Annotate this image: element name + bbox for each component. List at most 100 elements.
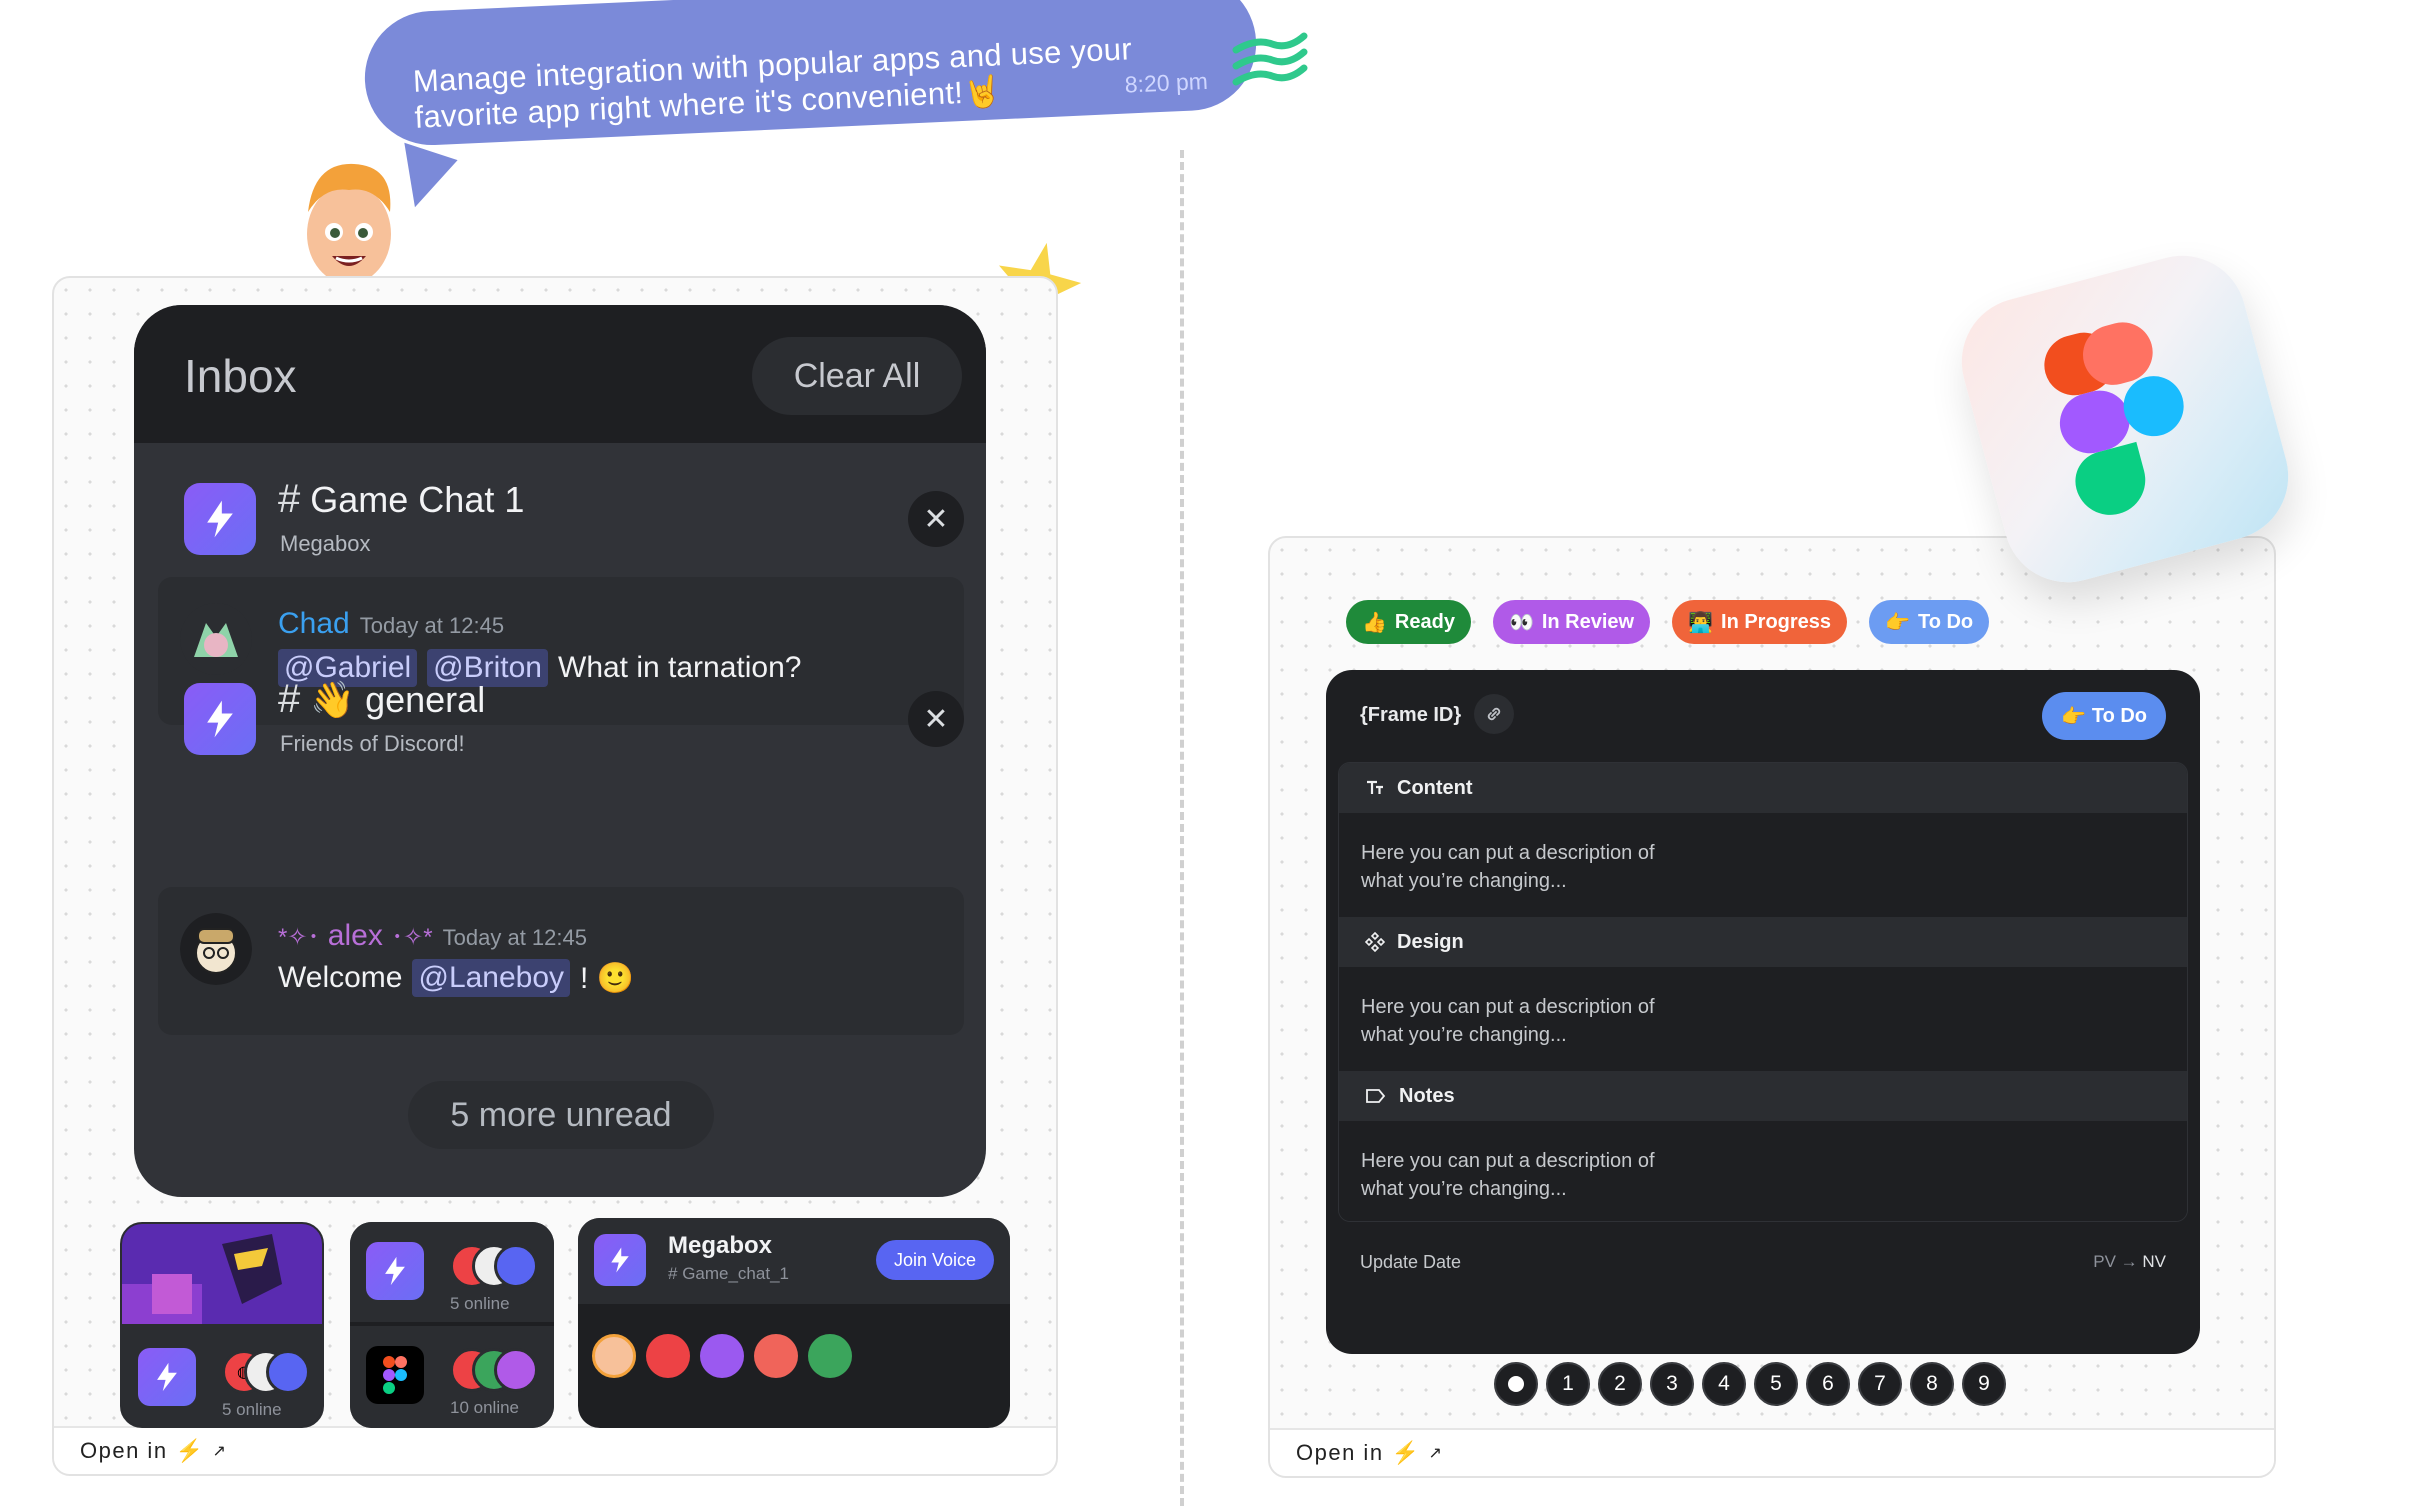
status-dropdown[interactable]: 👉 To Do [2042, 692, 2166, 740]
join-voice-button[interactable]: Join Voice [876, 1240, 994, 1280]
eyes-icon: 👀 [1508, 611, 1534, 634]
participant-list [592, 1334, 852, 1378]
open-in-link[interactable]: Open in ⚡ ↗ [1296, 1440, 1443, 1466]
voice-widget-2[interactable]: 5 online 10 online [350, 1222, 554, 1428]
online-count: 10 online [450, 1398, 520, 1417]
close-icon[interactable]: ✕ [908, 691, 964, 747]
lightning-icon [157, 1362, 177, 1392]
pointing-icon: 👉 [2060, 705, 2086, 728]
pagination: 1 2 3 4 5 6 7 8 9 [1494, 1362, 2006, 1406]
user-avatar [808, 1334, 852, 1378]
user-avatar [180, 603, 252, 675]
inbox-title: Inbox [184, 350, 297, 402]
server-icon [594, 1234, 646, 1286]
message-time: Today at 12:45 [442, 925, 587, 950]
message-author: Chad Today at 12:45 [278, 607, 505, 640]
page-button[interactable]: 2 [1598, 1362, 1642, 1406]
server-name: Megabox [668, 1232, 773, 1259]
channel-header[interactable]: # 👋 general Friends of Discord! ✕ [184, 677, 964, 773]
technologist-icon: 👨‍💻 [1688, 611, 1714, 634]
online-count: 5 online [450, 1294, 510, 1313]
figma-icon [366, 1346, 424, 1404]
message-text: ! 🙂 [580, 961, 635, 995]
footer-bar: Open in ⚡ ↗ [1270, 1428, 2274, 1476]
section-body-content[interactable]: Here you can put a description of what yo… [1339, 813, 2187, 917]
voice-widget-1[interactable]: ◍ 5 online [120, 1222, 324, 1428]
message-author: *✧･ alex ･✧* Today at 12:45 [278, 919, 587, 952]
inbox-panel: Inbox Clear All # Game Chat 1 Megabox ✕ … [134, 305, 986, 1197]
avatar-stack: ◍ [222, 1350, 310, 1394]
section-header-content: Content [1339, 763, 2187, 813]
server-icon [366, 1242, 424, 1300]
message-text: What in tarnation? [558, 651, 802, 684]
message-body: Welcome @Laneboy ! 🙂 [278, 959, 634, 997]
game-banner [122, 1224, 322, 1334]
section-body-design[interactable]: Here you can put a description of what yo… [1339, 967, 2187, 1071]
thumbs-up-icon: 👍 [1362, 611, 1387, 634]
mention[interactable]: @Laneboy [412, 959, 571, 997]
pointing-icon: 👉 [1885, 611, 1910, 634]
section-header-notes: Notes [1339, 1071, 2187, 1121]
tag-to-do[interactable]: 👉 To Do [1869, 600, 1990, 644]
user-avatar [646, 1334, 690, 1378]
user-avatar [592, 1334, 636, 1378]
section-body-notes[interactable]: Here you can put a description of what yo… [1339, 1121, 2187, 1221]
online-count: 5 online [222, 1400, 282, 1419]
lightning-icon: ⚡ [1391, 1440, 1421, 1465]
server-icon [184, 683, 256, 755]
bubble-text: Manage integration with popular apps and… [412, 31, 1133, 135]
speech-bubble: Manage integration with popular apps and… [361, 0, 1260, 148]
status-tags: 👍 Ready 👀 In Review 👨‍💻 In Progress 👉 To Do [1346, 600, 1990, 644]
page-button[interactable]: 3 [1650, 1362, 1694, 1406]
lightning-icon [207, 700, 233, 738]
page-button[interactable]: 1 [1546, 1362, 1590, 1406]
channel-name: # Game Chat 1 [278, 477, 525, 521]
server-name: Friends of Discord! [280, 731, 465, 756]
lightning-icon [207, 500, 233, 538]
open-in-link[interactable]: Open in ⚡ ↗ [80, 1438, 227, 1464]
page-button[interactable]: 9 [1962, 1362, 2006, 1406]
bubble-time: 8:20 pm [1124, 67, 1209, 98]
tag-in-review[interactable]: 👀 In Review [1492, 600, 1651, 644]
divider [1180, 150, 1184, 1506]
component-icon [1365, 932, 1385, 952]
channel-header[interactable]: # Game Chat 1 Megabox ✕ [184, 477, 964, 573]
version-indicator: PV → NV [2093, 1252, 2166, 1271]
external-link-icon: ↗ [212, 1443, 228, 1460]
clear-all-button[interactable]: Clear All [752, 337, 962, 415]
frame-id: {Frame ID} [1360, 704, 1462, 726]
page-dot-current[interactable] [1494, 1362, 1538, 1406]
more-unread-button[interactable]: 5 more unread [408, 1081, 714, 1149]
footer-bar: Open in ⚡ ↗ [54, 1426, 1056, 1474]
frame-annotation-panel: {Frame ID} 👉 To Do Content Here you can p… [1326, 670, 2200, 1354]
inbox-header: Inbox Clear All [134, 305, 986, 443]
server-icon [184, 483, 256, 555]
message-card[interactable]: *✧･ alex ･✧* Today at 12:45 Welcome @Lane… [158, 887, 964, 1035]
external-link-icon: ↗ [1428, 1445, 1444, 1462]
memoji-avatar [307, 163, 391, 284]
server-name: Megabox [280, 531, 371, 556]
avatar-stack [450, 1348, 538, 1392]
channel-name: # 👋 general [278, 677, 486, 721]
tag-in-progress[interactable]: 👨‍💻 In Progress [1672, 600, 1848, 644]
open-in-label: Open in [80, 1438, 168, 1463]
tag-ready[interactable]: 👍 Ready [1346, 600, 1471, 644]
page-button[interactable]: 7 [1858, 1362, 1902, 1406]
page-button[interactable]: 4 [1702, 1362, 1746, 1406]
page-button[interactable]: 6 [1806, 1362, 1850, 1406]
lightning-icon: ⚡ [175, 1438, 205, 1463]
lightning-icon [385, 1256, 405, 1286]
page-button[interactable]: 5 [1754, 1362, 1798, 1406]
page-button[interactable]: 8 [1910, 1362, 1954, 1406]
voice-widget-3[interactable]: Megabox # Game_chat_1 Join Voice [578, 1218, 1010, 1428]
close-icon[interactable]: ✕ [908, 491, 964, 547]
update-date: Update Date [1360, 1252, 1462, 1272]
tag-icon [1366, 1089, 1386, 1103]
wave-lines-icon [1232, 32, 1308, 86]
message-text: Welcome [278, 961, 403, 994]
annotation-sections: Content Here you can put a description o… [1338, 762, 2188, 1222]
open-in-label: Open in [1296, 1440, 1384, 1465]
link-icon[interactable] [1474, 694, 1514, 734]
server-icon [138, 1348, 196, 1406]
user-avatar [180, 913, 252, 985]
